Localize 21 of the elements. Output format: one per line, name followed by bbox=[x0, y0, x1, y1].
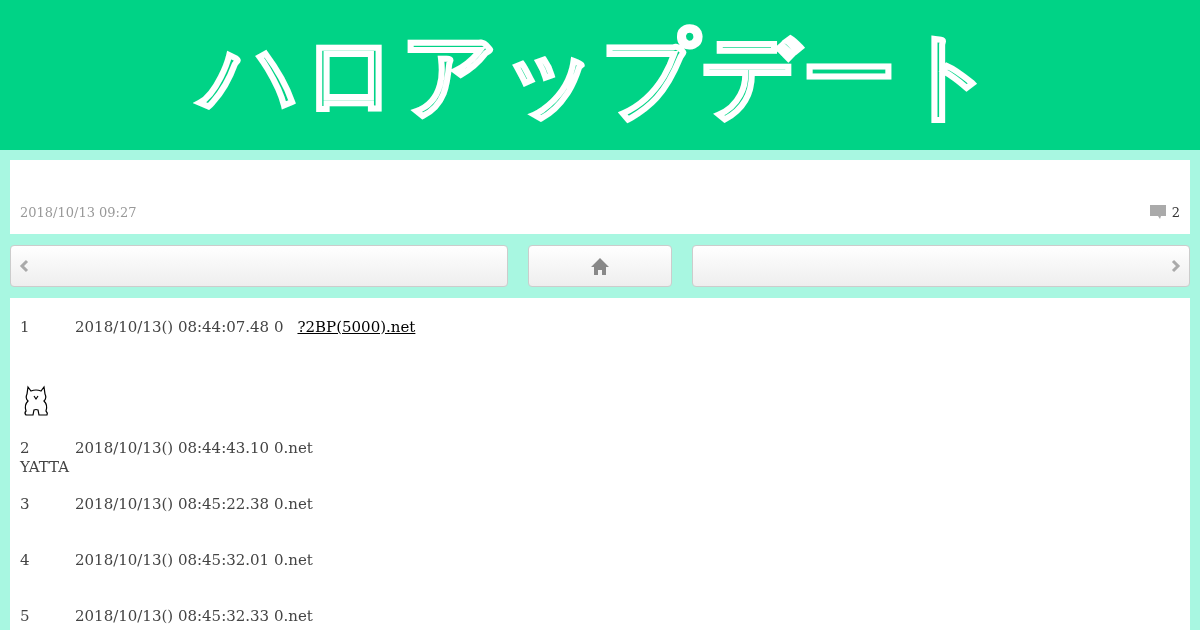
post-meta: 2018/10/13() 08:45:32.01 0.net bbox=[75, 551, 313, 570]
post-number: 3 bbox=[20, 495, 31, 514]
post-meta: 2018/10/13() 08:45:32.33 0.net bbox=[75, 607, 313, 626]
previous-button[interactable] bbox=[10, 245, 508, 287]
comment-count: 2 bbox=[1171, 203, 1180, 222]
post-number: 2 bbox=[20, 439, 31, 458]
poster-link[interactable]: ?2BP(5000).net bbox=[297, 318, 416, 337]
home-icon bbox=[591, 257, 609, 275]
post-number: 4 bbox=[20, 551, 31, 570]
chevron-right-icon bbox=[1171, 259, 1181, 273]
chevron-left-icon bbox=[19, 259, 29, 273]
home-button[interactable] bbox=[528, 245, 672, 287]
post-number: 1 bbox=[20, 318, 31, 337]
next-button[interactable] bbox=[692, 245, 1190, 287]
article-date: 2018/10/13 09:27 bbox=[20, 203, 137, 222]
comment-icon bbox=[1149, 204, 1166, 221]
post-meta: 2018/10/13() 08:45:22.38 0.net bbox=[75, 495, 313, 514]
post-meta: 2018/10/13() 08:44:07.48 0 bbox=[75, 318, 284, 337]
post-meta: 2018/10/13() 08:44:43.10 0.net bbox=[75, 439, 313, 458]
post-body: YATTA bbox=[20, 458, 71, 477]
post-number: 5 bbox=[20, 607, 31, 626]
